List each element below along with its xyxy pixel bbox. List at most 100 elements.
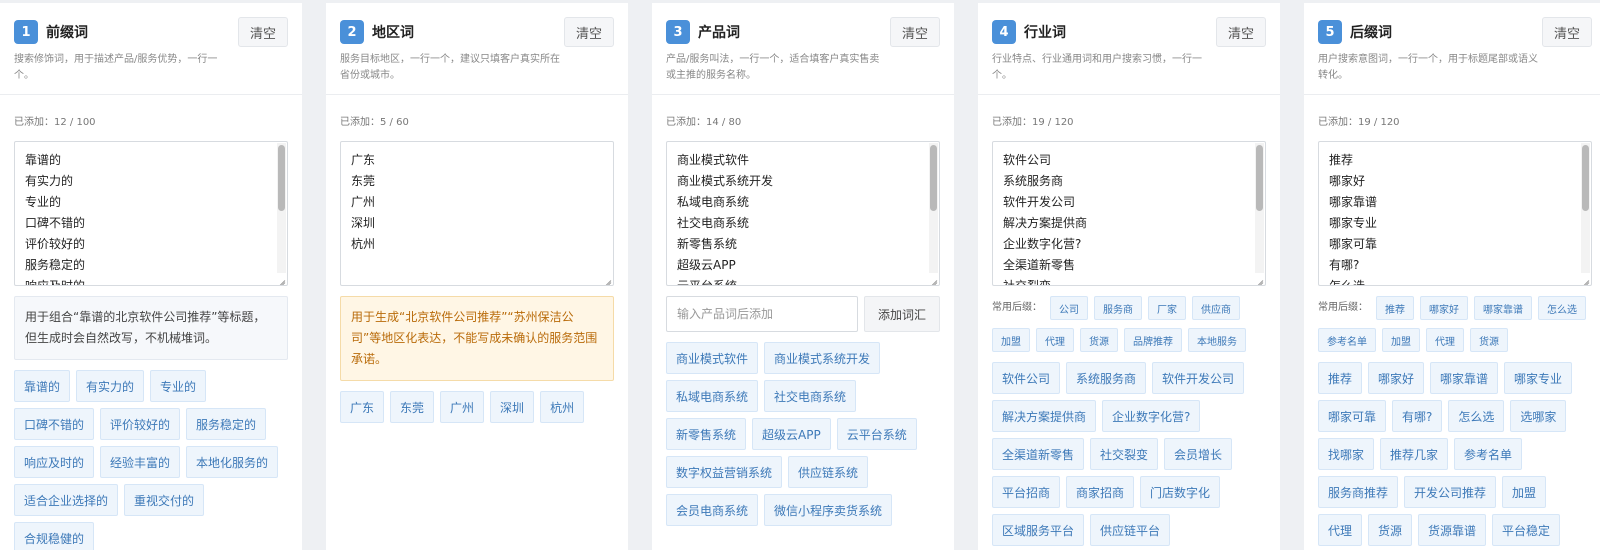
scrollbar-thumb[interactable] [278,145,285,211]
common-suffix-chip[interactable]: 货源 [1470,328,1508,352]
keyword-chip[interactable]: 有哪? [1392,400,1443,432]
keyword-chip[interactable]: 本地化服务的 [186,446,279,478]
keyword-chip[interactable]: 社交裂变 [1090,438,1159,470]
keyword-chip[interactable]: 响应及时的 [14,446,95,478]
keyword-chip[interactable]: 服务稳定的 [186,408,267,440]
keyword-chip[interactable]: 解决方案提供商 [992,400,1097,432]
resize-handle-icon[interactable] [929,275,938,284]
common-suffix-chip[interactable]: 哪家好 [1420,296,1468,320]
keyword-chip[interactable]: 会员增长 [1164,438,1233,470]
scrollbar[interactable] [1255,143,1264,273]
keyword-chip[interactable]: 供应链系统 [788,456,869,488]
keyword-chip[interactable]: 怎么选 [1448,400,1505,432]
common-suffix-chip[interactable]: 加盟 [1382,328,1420,352]
common-suffix-chip[interactable]: 代理 [1036,328,1074,352]
keyword-chip[interactable]: 全渠道新零售 [992,438,1085,470]
keyword-chip[interactable]: 私域电商系统 [666,380,759,412]
keyword-chip[interactable]: 哪家专业 [1504,362,1573,394]
keyword-chip[interactable]: 评价较好的 [100,408,181,440]
keyword-chip[interactable]: 开发公司推荐 [1404,476,1497,508]
clear-button[interactable]: 清空 [238,17,288,47]
keyword-textarea[interactable]: 广东 东莞 广州 深圳 杭州 [340,141,614,286]
keyword-chip[interactable]: 门店数字化 [1140,476,1221,508]
keyword-chip[interactable]: 推荐几家 [1380,438,1449,470]
keyword-chip[interactable]: 超级云APP [752,418,831,450]
keyword-chip[interactable]: 经验丰富的 [100,446,181,478]
keyword-chip[interactable]: 平台招商 [992,476,1061,508]
keyword-chip[interactable]: 找哪家 [1318,438,1375,470]
common-suffix-chip[interactable]: 参考名单 [1318,328,1376,352]
keyword-chip[interactable]: 重视交付的 [124,484,205,516]
keyword-chip[interactable]: 区域服务平台 [992,514,1085,546]
keyword-chip[interactable]: 杭州 [540,391,585,423]
keyword-chip[interactable]: 商家招商 [1066,476,1135,508]
keyword-chip[interactable]: 专业的 [150,370,207,402]
keyword-chip[interactable]: 商业模式系统开发 [764,342,881,374]
clear-button[interactable]: 清空 [1216,17,1266,47]
keyword-chip[interactable]: 系统服务商 [1066,362,1147,394]
keyword-chip[interactable]: 选哪家 [1510,400,1567,432]
keyword-chip[interactable]: 适合企业选择的 [14,484,119,516]
common-suffix-chip[interactable]: 货源 [1080,328,1118,352]
keyword-chip[interactable]: 哪家可靠 [1318,400,1387,432]
keyword-chip[interactable]: 云平台系统 [836,418,917,450]
keyword-chip[interactable]: 货源靠谱 [1418,514,1487,546]
keyword-textarea[interactable]: 推荐 哪家好 哪家靠谱 哪家专业 哪家可靠 有哪? 怎么选 [1318,141,1592,286]
keyword-chip[interactable]: 广东 [340,391,385,423]
scrollbar[interactable] [929,143,938,273]
common-suffix-chip[interactable]: 加盟 [992,328,1030,352]
resize-handle-icon[interactable] [1255,275,1264,284]
resize-handle-icon[interactable] [603,275,612,284]
scrollbar-thumb[interactable] [1582,145,1589,211]
keyword-chip[interactable]: 货源 [1368,514,1413,546]
keyword-chip[interactable]: 东莞 [390,391,435,423]
keyword-textarea[interactable]: 商业模式软件 商业模式系统开发 私域电商系统 社交电商系统 新零售系统 超级云APP 云平台… [666,141,940,286]
keyword-textarea[interactable]: 靠谱的 有实力的 专业的 口碑不错的 评价较好的 服务稳定的 响应及时的 [14,141,288,286]
keyword-chip[interactable]: 微信小程序卖货系统 [764,494,893,526]
resize-handle-icon[interactable] [1581,275,1590,284]
keyword-chip[interactable]: 商业模式软件 [666,342,759,374]
common-suffix-chip[interactable]: 推荐 [1376,296,1414,320]
clear-button[interactable]: 清空 [890,17,940,47]
common-suffix-chip[interactable]: 服务商 [1094,296,1142,320]
keyword-chip[interactable]: 加盟 [1502,476,1547,508]
keyword-chip[interactable]: 供应链平台 [1090,514,1171,546]
keyword-chip[interactable]: 会员电商系统 [666,494,759,526]
keyword-chip[interactable]: 企业数字化营? [1102,400,1201,432]
resize-handle-icon[interactable] [277,275,286,284]
clear-button[interactable]: 清空 [1542,17,1592,47]
keyword-chip[interactable]: 广州 [440,391,485,423]
common-suffix-chip[interactable]: 哪家靠谱 [1474,296,1532,320]
keyword-chip[interactable]: 平台稳定 [1492,514,1561,546]
common-suffix-chip[interactable]: 本地服务 [1188,328,1246,352]
keyword-textarea[interactable]: 软件公司 系统服务商 软件开发公司 解决方案提供商 企业数字化营? 全渠道新零售 社交裂变 [992,141,1266,286]
common-suffix-chip[interactable]: 厂家 [1148,296,1186,320]
common-suffix-chip[interactable]: 代理 [1426,328,1464,352]
keyword-chip[interactable]: 参考名单 [1454,438,1523,470]
keyword-chip[interactable]: 靠谱的 [14,370,71,402]
keyword-chip[interactable]: 服务商推荐 [1318,476,1399,508]
keyword-chip[interactable]: 有实力的 [76,370,145,402]
add-word-button[interactable]: 添加词汇 [864,296,940,332]
keyword-chip[interactable]: 推荐 [1318,362,1363,394]
scrollbar-thumb[interactable] [1256,145,1263,211]
common-suffix-chip[interactable]: 品牌推荐 [1124,328,1182,352]
scrollbar-thumb[interactable] [930,145,937,211]
common-suffix-chip[interactable]: 公司 [1050,296,1088,320]
keyword-chip[interactable]: 合规稳健的 [14,522,95,550]
keyword-chip[interactable]: 哪家靠谱 [1430,362,1499,394]
clear-button[interactable]: 清空 [564,17,614,47]
keyword-chip[interactable]: 软件公司 [992,362,1061,394]
scrollbar[interactable] [1581,143,1590,273]
keyword-chip[interactable]: 代理 [1318,514,1363,546]
keyword-chip[interactable]: 新零售系统 [666,418,747,450]
keyword-chip[interactable]: 数字权益营销系统 [666,456,783,488]
common-suffix-chip[interactable]: 供应商 [1192,296,1240,320]
common-suffix-chip[interactable]: 怎么选 [1538,296,1586,320]
product-word-input[interactable] [666,296,858,332]
keyword-chip[interactable]: 哪家好 [1368,362,1425,394]
keyword-chip[interactable]: 深圳 [490,391,535,423]
keyword-chip[interactable]: 口碑不错的 [14,408,95,440]
keyword-chip[interactable]: 软件开发公司 [1152,362,1245,394]
keyword-chip[interactable]: 社交电商系统 [764,380,857,412]
